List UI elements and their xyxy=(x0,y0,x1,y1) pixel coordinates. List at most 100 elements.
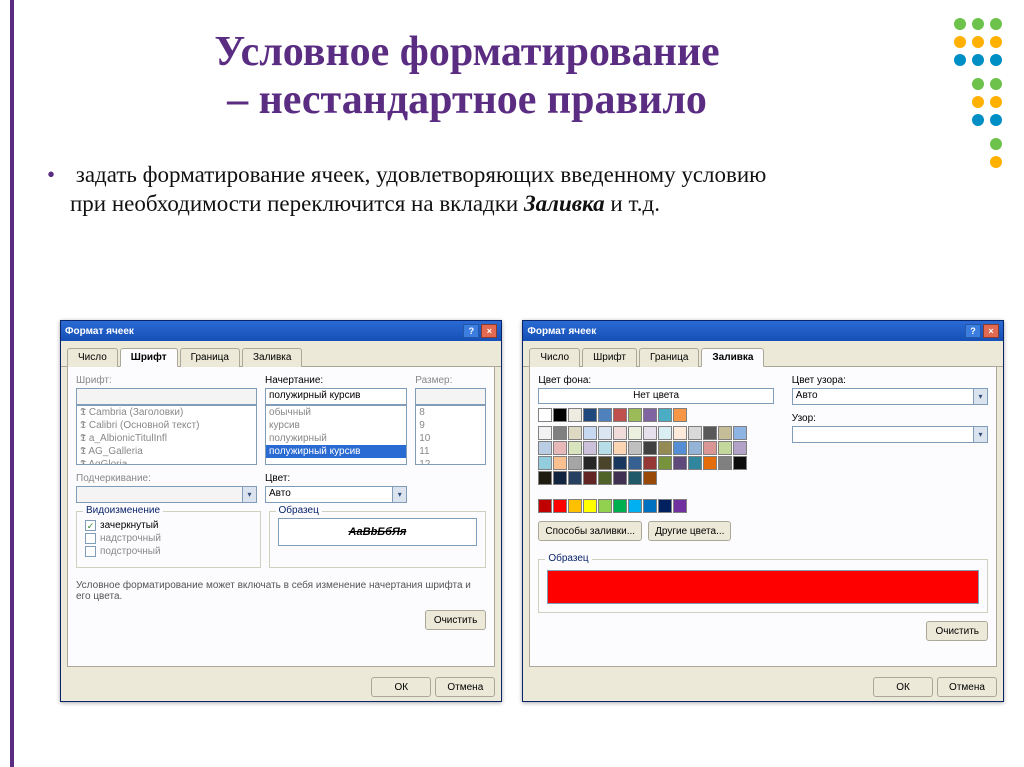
tab-font[interactable]: Шрифт xyxy=(582,348,637,367)
color-swatch[interactable] xyxy=(538,499,552,513)
no-fill-button[interactable]: Нет цвета xyxy=(538,388,773,404)
dialog-titlebar[interactable]: Формат ячеек ? × xyxy=(523,321,1003,341)
color-combo[interactable]: Авто▾ xyxy=(265,486,407,503)
pattern-combo[interactable]: ▾ xyxy=(792,426,988,443)
color-swatch[interactable] xyxy=(568,471,582,485)
color-swatch[interactable] xyxy=(643,441,657,455)
fill-methods-button[interactable]: Способы заливки... xyxy=(538,521,642,541)
tab-fill[interactable]: Заливка xyxy=(701,348,764,367)
color-swatch[interactable] xyxy=(568,456,582,470)
color-swatch[interactable] xyxy=(553,408,567,422)
tab-fill[interactable]: Заливка xyxy=(242,348,303,367)
color-swatch[interactable] xyxy=(538,408,552,422)
ok-button[interactable]: ОК xyxy=(873,677,933,697)
font-list-item[interactable]: 𝕿 Cambria (Заголовки) xyxy=(77,406,256,419)
style-list-item[interactable]: полужирный xyxy=(266,432,406,445)
checkbox-strike[interactable]: ✓зачеркнутый xyxy=(85,520,252,531)
color-swatch[interactable] xyxy=(628,499,642,513)
size-textbox[interactable] xyxy=(415,388,486,405)
close-icon[interactable]: × xyxy=(481,324,497,338)
color-swatch[interactable] xyxy=(673,426,687,440)
color-swatch[interactable] xyxy=(568,408,582,422)
color-swatch[interactable] xyxy=(658,426,672,440)
color-swatch[interactable] xyxy=(703,441,717,455)
color-swatch[interactable] xyxy=(613,499,627,513)
font-list-item[interactable]: 𝕿 AgGloria xyxy=(77,458,256,465)
color-swatch[interactable] xyxy=(583,456,597,470)
tab-number[interactable]: Число xyxy=(67,348,118,367)
color-swatch[interactable] xyxy=(568,426,582,440)
color-swatch[interactable] xyxy=(583,441,597,455)
cancel-button[interactable]: Отмена xyxy=(937,677,997,697)
color-swatch[interactable] xyxy=(553,471,567,485)
color-swatch[interactable] xyxy=(718,456,732,470)
color-swatch[interactable] xyxy=(598,426,612,440)
color-swatch[interactable] xyxy=(538,456,552,470)
underline-combo[interactable]: ▾ xyxy=(76,486,257,503)
color-swatch[interactable] xyxy=(568,499,582,513)
color-swatch[interactable] xyxy=(628,471,642,485)
font-list-item[interactable]: 𝕿 AG_Galleria xyxy=(77,445,256,458)
color-swatch[interactable] xyxy=(538,471,552,485)
color-swatch[interactable] xyxy=(658,408,672,422)
font-list-item[interactable]: 𝕿 Calibri (Основной текст) xyxy=(77,419,256,432)
color-swatch[interactable] xyxy=(613,441,627,455)
color-swatch[interactable] xyxy=(568,441,582,455)
color-swatch[interactable] xyxy=(628,456,642,470)
color-swatch[interactable] xyxy=(733,426,747,440)
color-swatch[interactable] xyxy=(598,408,612,422)
color-swatch[interactable] xyxy=(598,456,612,470)
color-swatch[interactable] xyxy=(583,408,597,422)
pattern-color-combo[interactable]: Авто▾ xyxy=(792,388,988,405)
style-list-item[interactable]: полужирный курсив xyxy=(266,445,406,458)
help-icon[interactable]: ? xyxy=(463,324,479,338)
color-swatch[interactable] xyxy=(703,426,717,440)
font-textbox[interactable] xyxy=(76,388,257,405)
size-list-item[interactable]: 9 xyxy=(416,419,485,432)
color-swatch[interactable] xyxy=(628,426,642,440)
color-swatch[interactable] xyxy=(658,499,672,513)
color-swatch[interactable] xyxy=(673,499,687,513)
color-swatch[interactable] xyxy=(688,441,702,455)
color-swatch[interactable] xyxy=(688,456,702,470)
color-swatch[interactable] xyxy=(733,441,747,455)
color-swatch[interactable] xyxy=(583,471,597,485)
tab-border[interactable]: Граница xyxy=(180,348,240,367)
color-swatch[interactable] xyxy=(553,499,567,513)
style-list-item[interactable]: обычный xyxy=(266,406,406,419)
size-list-item[interactable]: 11 xyxy=(416,445,485,458)
style-listbox[interactable]: обычныйкурсивполужирныйполужирный курсив xyxy=(265,405,407,465)
color-swatch[interactable] xyxy=(658,456,672,470)
color-swatch[interactable] xyxy=(598,471,612,485)
tab-font[interactable]: Шрифт xyxy=(120,348,178,367)
size-list-item[interactable]: 10 xyxy=(416,432,485,445)
color-swatch[interactable] xyxy=(598,441,612,455)
color-swatch[interactable] xyxy=(613,456,627,470)
color-swatch[interactable] xyxy=(598,499,612,513)
color-swatch[interactable] xyxy=(553,456,567,470)
tab-number[interactable]: Число xyxy=(529,348,580,367)
font-list-item[interactable]: 𝕿 a_AlbionicTitulInfl xyxy=(77,432,256,445)
color-swatch[interactable] xyxy=(688,426,702,440)
color-swatch[interactable] xyxy=(643,426,657,440)
color-swatch[interactable] xyxy=(643,471,657,485)
color-swatch[interactable] xyxy=(673,441,687,455)
font-listbox[interactable]: 𝕿 Cambria (Заголовки)𝕿 Calibri (Основной… xyxy=(76,405,257,465)
color-swatch[interactable] xyxy=(643,499,657,513)
ok-button[interactable]: ОК xyxy=(371,677,431,697)
color-swatch[interactable] xyxy=(673,456,687,470)
color-swatch[interactable] xyxy=(538,441,552,455)
size-listbox[interactable]: 8910111214 xyxy=(415,405,486,465)
color-swatch[interactable] xyxy=(613,408,627,422)
color-swatch[interactable] xyxy=(583,499,597,513)
color-swatch[interactable] xyxy=(613,471,627,485)
color-swatch[interactable] xyxy=(673,408,687,422)
clear-button[interactable]: Очистить xyxy=(926,621,988,641)
color-swatch[interactable] xyxy=(658,441,672,455)
size-list-item[interactable]: 12 xyxy=(416,458,485,465)
color-swatch[interactable] xyxy=(628,408,642,422)
clear-button[interactable]: Очистить xyxy=(425,610,487,630)
color-swatch[interactable] xyxy=(643,456,657,470)
style-textbox[interactable]: полужирный курсив xyxy=(265,388,407,405)
color-swatch[interactable] xyxy=(613,426,627,440)
